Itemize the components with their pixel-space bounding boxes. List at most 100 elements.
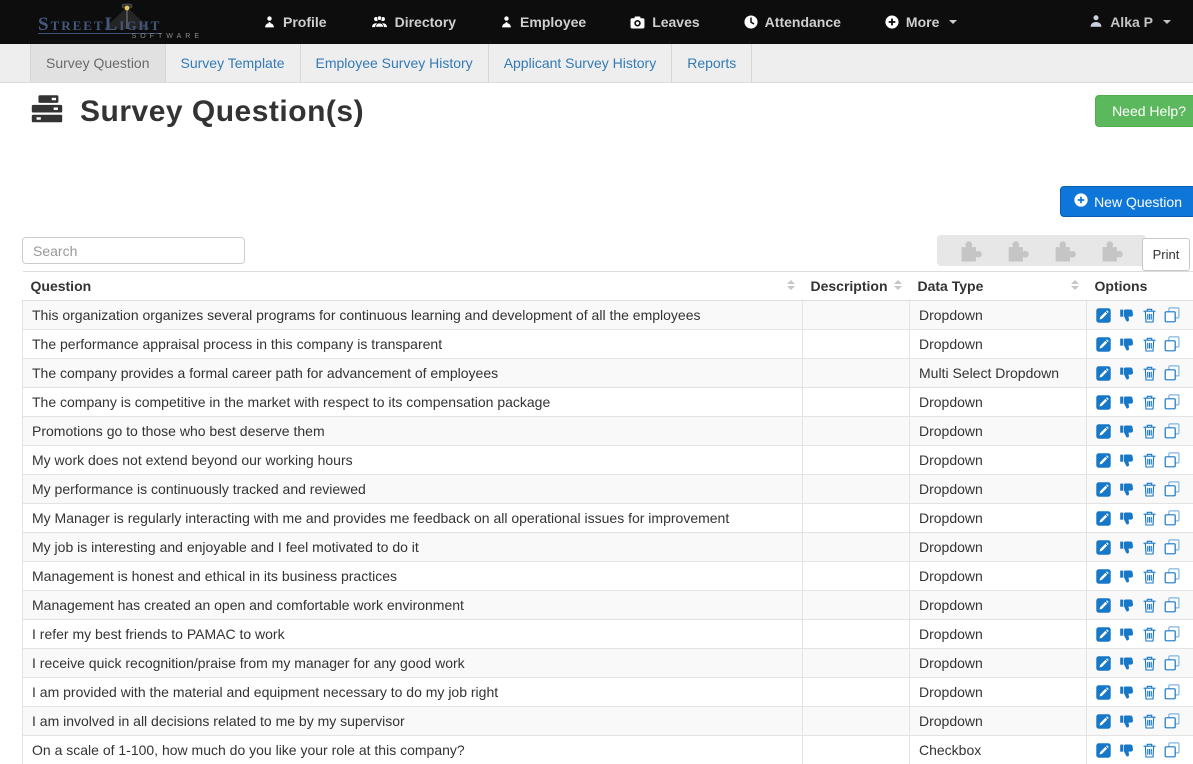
trash-icon[interactable] xyxy=(1143,569,1156,584)
trash-icon[interactable] xyxy=(1143,714,1156,729)
trash-icon[interactable] xyxy=(1143,685,1156,700)
trash-icon[interactable] xyxy=(1143,743,1156,758)
edit-icon[interactable] xyxy=(1096,685,1111,700)
need-help-button[interactable]: Need Help? xyxy=(1095,95,1193,127)
thumbs-down-icon[interactable] xyxy=(1119,366,1135,381)
options-cell xyxy=(1087,301,1193,330)
data-type-cell: Dropdown xyxy=(910,301,1087,330)
thumbs-down-icon[interactable] xyxy=(1119,540,1135,555)
trash-icon[interactable] xyxy=(1143,627,1156,642)
thumbs-down-icon[interactable] xyxy=(1119,685,1135,700)
trash-icon[interactable] xyxy=(1143,366,1156,381)
trash-icon[interactable] xyxy=(1143,424,1156,439)
table-row: I am involved in all decisions related t… xyxy=(23,707,1193,736)
copy-icon[interactable] xyxy=(1164,597,1180,613)
thumbs-down-icon[interactable] xyxy=(1119,511,1135,526)
new-question-button[interactable]: New Question xyxy=(1060,186,1193,217)
nav-item-leaves[interactable]: Leaves xyxy=(630,14,699,30)
copy-icon[interactable] xyxy=(1164,336,1180,352)
edit-icon[interactable] xyxy=(1096,540,1111,555)
edit-icon[interactable] xyxy=(1096,424,1111,439)
edit-icon[interactable] xyxy=(1096,656,1111,671)
thumbs-down-icon[interactable] xyxy=(1119,656,1135,671)
thumbs-down-icon[interactable] xyxy=(1119,743,1135,758)
column-header-description[interactable]: Description xyxy=(803,272,910,301)
trash-icon[interactable] xyxy=(1143,656,1156,671)
thumbs-down-icon[interactable] xyxy=(1119,482,1135,497)
print-button[interactable]: Print xyxy=(1142,238,1190,271)
edit-icon[interactable] xyxy=(1096,308,1111,323)
copy-icon[interactable] xyxy=(1164,626,1180,642)
trash-icon[interactable] xyxy=(1143,511,1156,526)
edit-icon[interactable] xyxy=(1096,743,1111,758)
thumbs-down-icon[interactable] xyxy=(1119,337,1135,352)
copy-icon[interactable] xyxy=(1164,510,1180,526)
column-header-question[interactable]: Question xyxy=(23,272,803,301)
row-actions xyxy=(1096,713,1185,729)
copy-icon[interactable] xyxy=(1164,684,1180,700)
column-label: Data Type xyxy=(918,278,984,294)
trash-icon[interactable] xyxy=(1143,395,1156,410)
trash-icon[interactable] xyxy=(1143,482,1156,497)
copy-icon[interactable] xyxy=(1164,539,1180,555)
edit-icon[interactable] xyxy=(1096,482,1111,497)
trash-icon[interactable] xyxy=(1143,308,1156,323)
nav-item-directory[interactable]: Directory xyxy=(371,14,456,30)
tab-applicant-survey-history[interactable]: Applicant Survey History xyxy=(489,44,673,82)
thumbs-down-icon[interactable] xyxy=(1119,569,1135,584)
edit-icon[interactable] xyxy=(1096,366,1111,381)
thumbs-down-icon[interactable] xyxy=(1119,424,1135,439)
nav-item-profile[interactable]: Profile xyxy=(263,14,327,30)
nav-item-attendance[interactable]: Attendance xyxy=(744,14,841,30)
trash-icon[interactable] xyxy=(1143,337,1156,352)
copy-icon[interactable] xyxy=(1164,713,1180,729)
edit-icon[interactable] xyxy=(1096,569,1111,584)
copy-icon[interactable] xyxy=(1164,452,1180,468)
trash-icon[interactable] xyxy=(1143,540,1156,555)
edit-icon[interactable] xyxy=(1096,511,1111,526)
user-menu[interactable]: Alka P xyxy=(1089,0,1171,44)
thumbs-down-icon[interactable] xyxy=(1119,395,1135,410)
trash-icon[interactable] xyxy=(1143,453,1156,468)
thumbs-down-icon[interactable] xyxy=(1119,453,1135,468)
trash-icon[interactable] xyxy=(1143,598,1156,613)
tab-survey-template[interactable]: Survey Template xyxy=(166,44,301,82)
edit-icon[interactable] xyxy=(1096,714,1111,729)
copy-icon[interactable] xyxy=(1164,365,1180,381)
edit-icon[interactable] xyxy=(1096,453,1111,468)
question-cell: My work does not extend beyond our worki… xyxy=(23,446,803,475)
nav-item-more[interactable]: More xyxy=(885,14,957,30)
edit-icon[interactable] xyxy=(1096,627,1111,642)
edit-icon[interactable] xyxy=(1096,598,1111,613)
brand-logo[interactable]: StreetLight SOFTWARE xyxy=(30,0,225,44)
question-cell: I refer my best friends to PAMAC to work xyxy=(23,620,803,649)
table-row: My Manager is regularly interacting with… xyxy=(23,504,1193,533)
tab-survey-question[interactable]: Survey Question xyxy=(30,44,166,82)
nav-item-employee[interactable]: Employee xyxy=(500,14,586,30)
thumbs-down-icon[interactable] xyxy=(1119,598,1135,613)
thumbs-down-icon[interactable] xyxy=(1119,627,1135,642)
column-header-data-type[interactable]: Data Type xyxy=(910,272,1087,301)
copy-icon[interactable] xyxy=(1164,481,1180,497)
edit-icon[interactable] xyxy=(1096,395,1111,410)
description-cell xyxy=(803,417,910,446)
copy-icon[interactable] xyxy=(1164,568,1180,584)
export-puzzle-icon[interactable] xyxy=(959,239,983,262)
export-puzzle-icon[interactable] xyxy=(1006,239,1030,262)
copy-icon[interactable] xyxy=(1164,307,1180,323)
thumbs-down-icon[interactable] xyxy=(1119,308,1135,323)
question-cell: I am involved in all decisions related t… xyxy=(23,707,803,736)
search-input[interactable] xyxy=(22,237,245,264)
export-puzzle-icon[interactable] xyxy=(1100,239,1124,262)
edit-icon[interactable] xyxy=(1096,337,1111,352)
copy-icon[interactable] xyxy=(1164,655,1180,671)
copy-icon[interactable] xyxy=(1164,742,1180,758)
copy-icon[interactable] xyxy=(1164,394,1180,410)
tab-reports[interactable]: Reports xyxy=(672,44,752,82)
description-cell xyxy=(803,620,910,649)
copy-icon[interactable] xyxy=(1164,423,1180,439)
thumbs-down-icon[interactable] xyxy=(1119,714,1135,729)
options-cell xyxy=(1087,620,1193,649)
tab-employee-survey-history[interactable]: Employee Survey History xyxy=(301,44,489,82)
export-puzzle-icon[interactable] xyxy=(1053,239,1077,262)
